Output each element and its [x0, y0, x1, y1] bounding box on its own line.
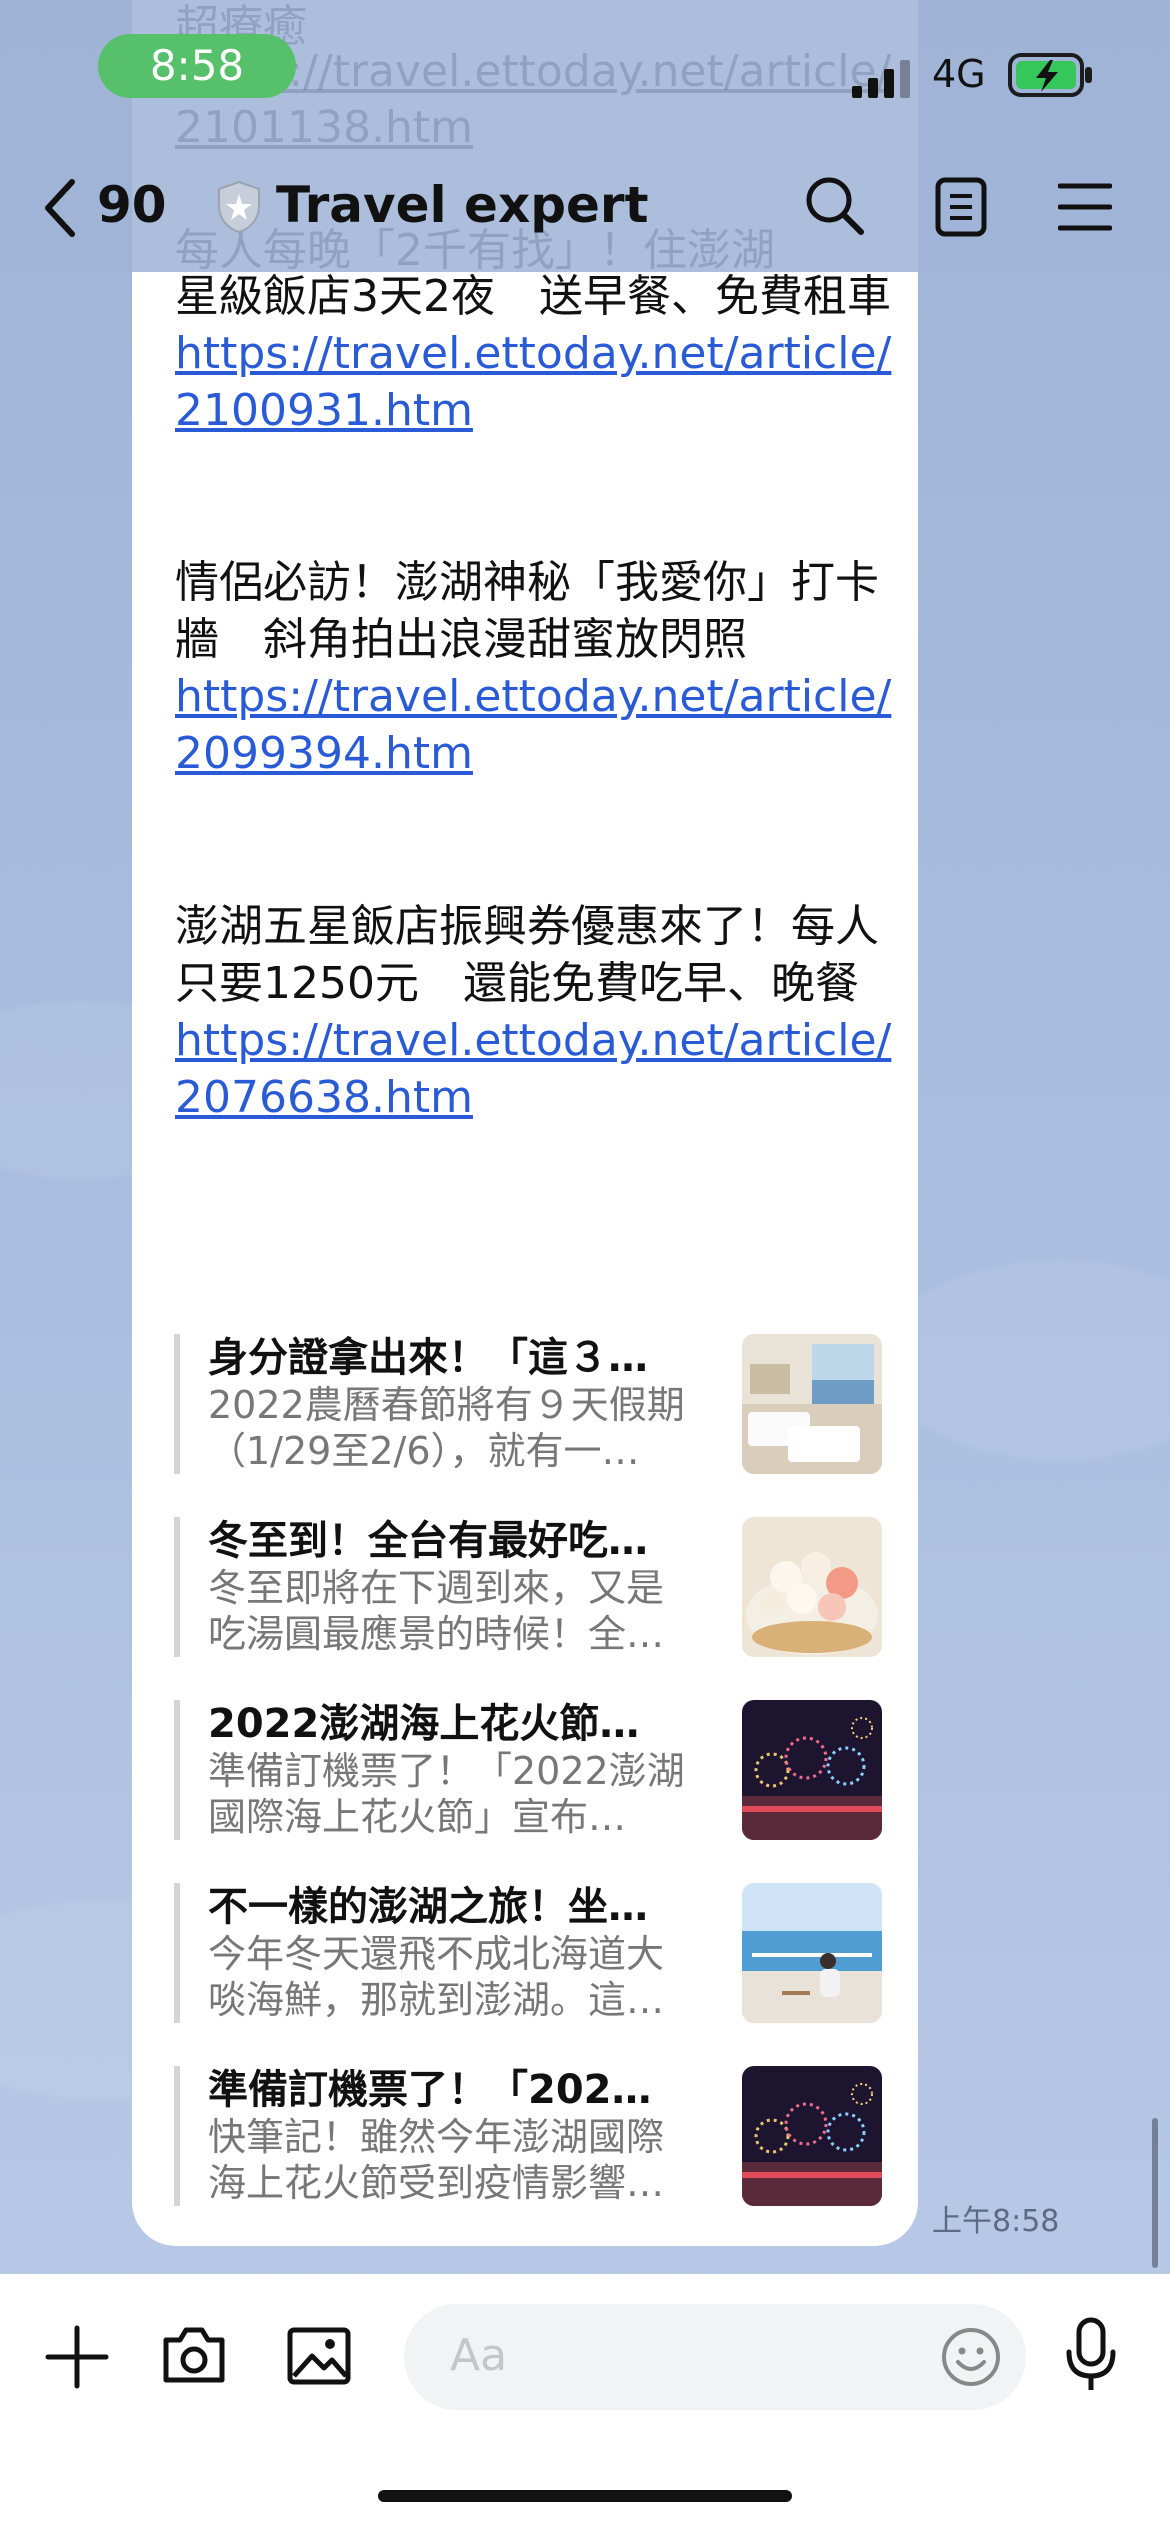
input-placeholder: Aa [450, 2330, 508, 2381]
scrolled-text-ghost: 2101138.htm [175, 102, 473, 153]
card-title: 冬至到！全台有最好吃… [208, 1518, 648, 1564]
message-paragraph-3: 澎湖五星飯店振興券優惠來了！每人只要1250元 還能免費吃早、晚餐 https:… [175, 898, 895, 1126]
fireworks-thumbnail [742, 1700, 882, 1840]
chat-title: Travel expert [276, 176, 649, 234]
message-bubble: 星級飯店3天2夜 送早餐、免費租車 https://travel.ettoday… [132, 0, 918, 2246]
tangyuan-thumbnail [742, 1517, 882, 1657]
signal-icon [852, 60, 910, 98]
card-description: 冬至即將在下週到來，又是吃湯圓最應景的時候！全… [208, 1566, 665, 1656]
home-indicator[interactable] [378, 2490, 792, 2502]
seaside-thumbnail [742, 1883, 882, 2023]
article-link-2[interactable]: https://travel.ettoday.net/article/20993… [175, 671, 891, 779]
article-link-1[interactable]: https://travel.ettoday.net/article/21009… [175, 328, 891, 436]
card-description: 今年冬天還飛不成北海道大啖海鮮，那就到澎湖。這… [208, 1932, 665, 2022]
article-card[interactable]: 2022澎湖海上花火節… 準備訂機票了！「2022澎湖國際海上花火節」宣布… [174, 1700, 884, 1840]
article-link-3[interactable]: https://travel.ettoday.net/article/20766… [175, 1015, 891, 1123]
card-description: 快筆記！雖然今年澎湖國際海上花火節受到疫情影響… [208, 2115, 665, 2205]
message-input-bar: Aa [0, 2274, 1170, 2532]
fireworks-thumbnail [742, 2066, 882, 2206]
chat-header: 超療癒 https://travel.ettoday.net/article/ … [0, 0, 1170, 276]
message-timestamp: 上午8:58 [932, 2204, 1060, 2239]
card-title: 不一樣的澎湖之旅！坐… [208, 1884, 648, 1930]
status-time: 8:58 [98, 34, 296, 98]
back-unread-count[interactable]: 90 [97, 176, 167, 234]
shield-icon [218, 180, 260, 234]
chevron-left-icon[interactable] [40, 178, 80, 238]
article-card-list: 身分證拿出來！「這３… 2022農曆春節將有９天假期（1/29至2/6），就有一… [174, 1334, 884, 2249]
article-card[interactable]: 不一樣的澎湖之旅！坐… 今年冬天還飛不成北海道大啖海鮮，那就到澎湖。這… [174, 1883, 884, 2023]
card-description: 準備訂機票了！「2022澎湖國際海上花火節」宣布… [208, 1749, 685, 1839]
camera-icon[interactable] [160, 2324, 228, 2386]
card-title: 2022澎湖海上花火節… [208, 1701, 640, 1747]
article-card[interactable]: 身分證拿出來！「這３… 2022農曆春節將有９天假期（1/29至2/6），就有一… [174, 1334, 884, 1474]
message-text-3: 澎湖五星飯店振興券優惠來了！每人只要1250元 還能免費吃早、晚餐 [175, 901, 879, 1009]
message-paragraph-2: 情侶必訪！澎湖神秘「我愛你」打卡牆 斜角拍出浪漫甜蜜放閃照 https://tr… [175, 554, 895, 782]
network-type: 4G [932, 52, 986, 96]
card-title: 準備訂機票了！「202… [208, 2067, 652, 2113]
notes-icon[interactable] [934, 176, 988, 238]
message-text-1: 星級飯店3天2夜 送早餐、免費租車 [175, 271, 891, 322]
hotel-room-thumbnail [742, 1334, 882, 1474]
message-paragraph-1: 星級飯店3天2夜 送早餐、免費租車 https://travel.ettoday… [175, 268, 895, 439]
card-description: 2022農曆春節將有９天假期（1/29至2/6），就有一… [208, 1383, 685, 1473]
mic-icon[interactable] [1064, 2316, 1118, 2396]
image-icon[interactable] [286, 2326, 352, 2386]
message-text-2: 情侶必訪！澎湖神秘「我愛你」打卡牆 斜角拍出浪漫甜蜜放閃照 [175, 557, 879, 665]
scrollbar[interactable] [1152, 2118, 1158, 2268]
article-card[interactable]: 冬至到！全台有最好吃… 冬至即將在下週到來，又是吃湯圓最應景的時候！全… [174, 1517, 884, 1657]
menu-icon[interactable] [1058, 182, 1112, 232]
message-input[interactable]: Aa [404, 2304, 1026, 2410]
battery-charging-icon [1008, 53, 1092, 97]
plus-icon[interactable] [44, 2324, 110, 2390]
emoji-icon[interactable] [940, 2326, 1002, 2388]
search-icon[interactable] [803, 174, 867, 238]
card-title: 身分證拿出來！「這３… [208, 1335, 648, 1381]
article-card[interactable]: 準備訂機票了！「202… 快筆記！雖然今年澎湖國際海上花火節受到疫情影響… [174, 2066, 884, 2206]
